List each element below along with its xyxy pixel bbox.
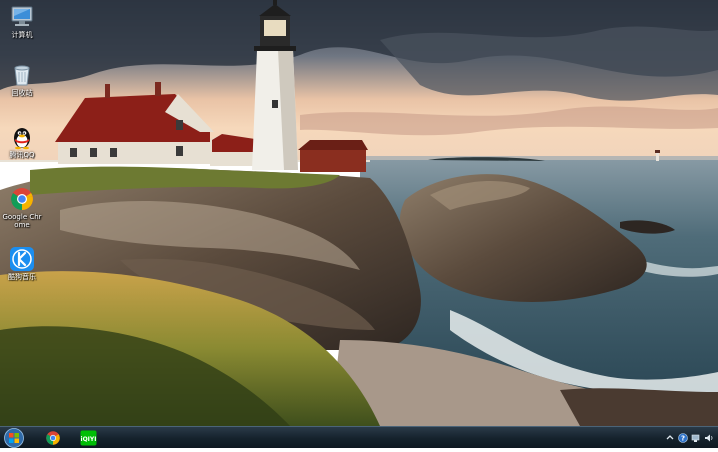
- chrome-icon: [11, 188, 33, 210]
- desktop-icon-computer[interactable]: 计算机: [2, 4, 42, 39]
- kugou-icon: [10, 247, 34, 271]
- computer-icon: [11, 6, 33, 26]
- desktop-icon-label: 腾讯QQ: [9, 151, 35, 159]
- desktop: 计算机 回收站 腾讯QQ Google Chrome 酷狗音乐: [0, 0, 718, 426]
- system-tray: ?: [665, 431, 714, 445]
- svg-text:?: ?: [681, 435, 685, 443]
- volume-icon[interactable]: [704, 433, 714, 443]
- iqiyi-logo-text: iQIYI: [81, 436, 97, 443]
- desktop-icon-kugou[interactable]: 酷狗音乐: [2, 246, 42, 281]
- desktop-icon-label: 酷狗音乐: [8, 273, 36, 281]
- chrome-icon: [46, 431, 60, 445]
- wallpaper-lighthouse: [0, 0, 718, 426]
- network-icon[interactable]: [691, 433, 701, 443]
- desktop-icon-chrome[interactable]: Google Chrome: [2, 186, 42, 229]
- qq-penguin-icon: [14, 128, 30, 150]
- help-icon[interactable]: ?: [678, 433, 688, 443]
- desktop-icon-recycle-bin[interactable]: 回收站: [2, 62, 42, 97]
- taskbar: iQIYI ?: [0, 426, 718, 448]
- desktop-icon-label: 计算机: [11, 31, 33, 39]
- expand-arrow-icon[interactable]: [665, 433, 675, 443]
- desktop-icon-label: 回收站: [11, 89, 33, 97]
- taskbar-iqiyi-button[interactable]: iQIYI: [73, 428, 103, 447]
- desktop-icon-label: Google Chrome: [2, 213, 42, 229]
- taskbar-chrome-button[interactable]: [38, 428, 68, 447]
- desktop-icon-qq[interactable]: 腾讯QQ: [2, 124, 42, 159]
- windows-logo-icon: [4, 428, 24, 448]
- iqiyi-icon: iQIYI: [80, 430, 97, 446]
- start-button[interactable]: [3, 428, 25, 448]
- recycle-bin-icon: [14, 65, 30, 86]
